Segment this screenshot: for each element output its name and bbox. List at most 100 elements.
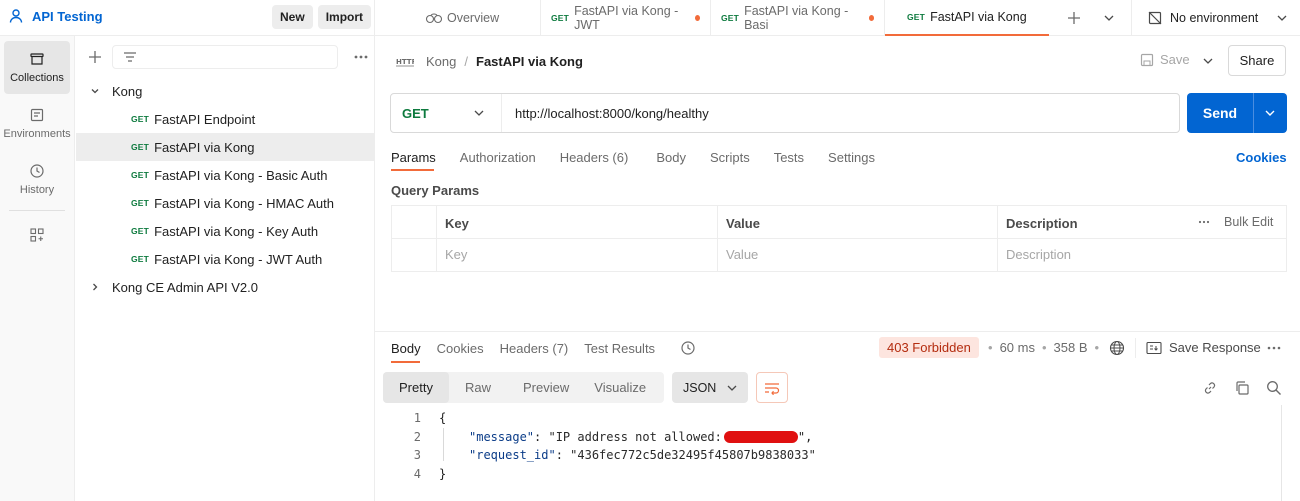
tab-overview[interactable]: Overview (375, 0, 541, 36)
bulk-edit-button[interactable]: Bulk Edit (1198, 215, 1273, 229)
tab-bar: Overview GET FastAPI via Kong - JWT GET … (375, 0, 1300, 36)
url-input[interactable]: http://localhost:8000/kong/healthy (515, 106, 709, 121)
request-tabs: Params Authorization Headers (6) Body Sc… (391, 148, 875, 166)
workspace-header: API Testing New Import (0, 0, 375, 36)
workspace-title[interactable]: API Testing (32, 9, 103, 24)
new-button[interactable]: New (272, 5, 313, 29)
tab-response-body[interactable]: Body (391, 341, 421, 356)
search-icon[interactable] (1266, 380, 1282, 396)
save-options-chevron-icon[interactable] (1202, 55, 1214, 67)
request-item[interactable]: GET FastAPI via Kong - Key Auth (76, 217, 374, 245)
request-name: FastAPI via Kong - Basic Auth (154, 167, 328, 183)
rail-environments[interactable]: Environments (3, 97, 71, 150)
rail-apps[interactable] (0, 227, 74, 243)
tab-settings[interactable]: Settings (828, 150, 875, 165)
breadcrumb-current[interactable]: FastAPI via Kong (476, 54, 583, 69)
value-input[interactable]: Value (726, 247, 758, 262)
save-button[interactable]: Save (1140, 52, 1190, 67)
response-size[interactable]: 358 B (1054, 340, 1088, 355)
tab-tests[interactable]: Tests (774, 150, 804, 165)
tab-label: FastAPI via Kong - Basi (744, 3, 849, 32)
new-tab-plus-icon[interactable] (1067, 11, 1081, 25)
scrollbar-track[interactable] (1281, 405, 1282, 501)
nav-rail: Collections Environments History (0, 36, 75, 501)
more-icon (1198, 220, 1210, 224)
share-button[interactable]: Share (1228, 45, 1286, 76)
view-pretty[interactable]: Pretty (383, 372, 449, 403)
json-string: "IP address not allowed: (548, 429, 722, 444)
view-visualize[interactable]: Visualize (594, 380, 646, 395)
line-number: 4 (413, 466, 421, 481)
key-input[interactable]: Key (445, 247, 467, 262)
format-value: JSON (683, 380, 717, 395)
copy-icon[interactable] (1234, 380, 1250, 396)
rail-label: History (19, 184, 55, 196)
request-item[interactable]: GET FastAPI via Kong - Basic Auth (76, 161, 374, 189)
breadcrumb-parent[interactable]: Kong (426, 54, 456, 69)
collection-kong[interactable]: Kong (76, 77, 374, 105)
separator-dot: • (1041, 340, 1047, 355)
description-input[interactable]: Description (1006, 247, 1071, 262)
request-item[interactable]: GET FastAPI via Kong - HMAC Auth (76, 189, 374, 217)
svg-text:HTTP: HTTP (396, 58, 414, 66)
json-colon: : (534, 429, 549, 444)
tab-basic[interactable]: GET FastAPI via Kong - Basi (711, 0, 885, 36)
history-icon (30, 164, 44, 178)
send-options-chevron-icon[interactable] (1264, 107, 1276, 119)
response-body[interactable]: { "message" : "IP address not allowed: "… (439, 409, 816, 483)
status-badge[interactable]: 403 Forbidden (879, 337, 979, 358)
collections-icon (30, 53, 44, 65)
method-badge: GET (551, 12, 570, 23)
chevron-down-icon[interactable] (1103, 12, 1115, 24)
tab-response-cookies[interactable]: Cookies (437, 341, 484, 356)
tab-scripts[interactable]: Scripts (710, 150, 750, 165)
tab-body[interactable]: Body (656, 150, 686, 165)
environment-selector[interactable]: No environment (1131, 0, 1298, 36)
collection-kong-admin[interactable]: Kong CE Admin API V2.0 (76, 273, 374, 301)
rail-collections[interactable]: Collections (4, 41, 70, 94)
response-meta: • 60 ms • 358 B • (988, 340, 1099, 355)
json-key: "request_id" (469, 448, 556, 462)
response-time[interactable]: 60 ms (1000, 340, 1035, 355)
filter-input[interactable] (112, 44, 338, 69)
tab-response-headers[interactable]: Headers (7) (500, 341, 569, 356)
format-select[interactable]: JSON (672, 372, 748, 403)
wrap-lines-icon (765, 382, 780, 395)
column-description: Description (1006, 216, 1078, 231)
request-name: FastAPI via Kong (154, 139, 255, 155)
globe-icon[interactable] (1109, 340, 1125, 356)
tab-authorization[interactable]: Authorization (460, 150, 536, 165)
method-badge: GET (131, 114, 150, 124)
send-button[interactable]: Send (1187, 105, 1253, 121)
tab-headers[interactable]: Headers (6) (560, 150, 629, 165)
link-icon[interactable] (1202, 380, 1218, 396)
more-options-icon[interactable] (1267, 346, 1281, 350)
save-response-icon (1146, 341, 1162, 354)
method-badge: GET (131, 226, 150, 236)
tab-active[interactable]: GET FastAPI via Kong (885, 0, 1049, 36)
code-line: "request_id" : "436fec772c5de32495f45807… (439, 446, 816, 465)
redaction-mark (723, 430, 798, 443)
rail-history[interactable]: History (4, 153, 70, 206)
wrap-lines-button[interactable] (756, 372, 788, 403)
plus-icon[interactable] (88, 50, 102, 64)
tab-jwt[interactable]: GET FastAPI via Kong - JWT (541, 0, 711, 36)
import-button[interactable]: Import (317, 5, 372, 29)
save-response-button[interactable]: Save Response (1146, 340, 1261, 355)
cookies-link[interactable]: Cookies (1236, 150, 1287, 165)
request-item[interactable]: GET FastAPI Endpoint (76, 105, 374, 133)
method-select[interactable]: GET (391, 94, 502, 132)
tab-params[interactable]: Params (391, 150, 436, 165)
tab-test-results[interactable]: Test Results (584, 341, 655, 356)
history-icon[interactable] (680, 340, 696, 356)
request-item-selected[interactable]: GET FastAPI via Kong (76, 133, 374, 161)
more-options-icon[interactable] (353, 54, 369, 60)
request-item[interactable]: GET FastAPI via Kong - JWT Auth (76, 245, 374, 273)
tab-label: Overview (447, 10, 500, 25)
collections-sidebar: Kong GET FastAPI Endpoint GET FastAPI via … (76, 36, 375, 501)
user-icon (9, 9, 23, 23)
view-raw[interactable]: Raw (465, 380, 491, 395)
view-preview[interactable]: Preview (523, 380, 569, 395)
status-text: 403 Forbidden (887, 340, 971, 355)
url-bar: GET http://localhost:8000/kong/healthy (390, 93, 1180, 133)
